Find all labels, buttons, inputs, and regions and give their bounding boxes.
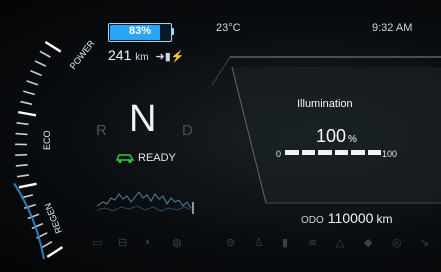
illumination-segment — [334, 150, 348, 155]
illumination-title: Illumination — [297, 98, 353, 110]
brake-icon: ⊜ — [226, 237, 236, 249]
tow-icon: ≋ — [308, 237, 318, 249]
clock: 9:32 AM — [372, 22, 413, 34]
illumination-segment — [318, 150, 332, 155]
illumination-segment — [367, 150, 381, 155]
gauge-tick — [27, 213, 40, 220]
ready-car-icon — [115, 154, 135, 164]
gauge-tick — [34, 60, 47, 67]
gauge-label-power: POWER — [68, 38, 97, 71]
illumination-unit: % — [348, 134, 357, 145]
range-unit: km — [135, 52, 149, 63]
battery-tip — [171, 28, 174, 35]
gauge-tick — [16, 122, 29, 126]
range-readout: 241 km ➜▮⚡ — [108, 47, 184, 63]
gauge-tick — [16, 174, 30, 178]
odometer-unit: km — [376, 212, 393, 226]
battery-percent: 83% — [128, 25, 152, 37]
gauge-tick — [18, 182, 37, 189]
instrument-cluster: POWER ECO REGEN 83% 241 km ➜▮⚡ 23°C 9:32… — [0, 0, 441, 272]
range-value: 241 — [108, 47, 132, 63]
ready-status: READY — [138, 152, 176, 164]
gear-current: N — [129, 98, 157, 140]
illumination-number: 100 — [316, 126, 347, 146]
illumination-slider[interactable] — [285, 150, 381, 155]
fuel-door-icon: ▮ — [282, 237, 289, 249]
gear-drive: D — [182, 122, 193, 139]
odometer: ODO 110000 km — [301, 210, 392, 226]
illumination-segment — [301, 150, 315, 155]
gear-reverse: R — [96, 122, 107, 139]
lane-assist-icon: ◎ — [392, 237, 402, 249]
gauge-tick — [26, 80, 39, 86]
telltale-row: ▭ ⊟ ◖ ◍ ⊜ ♙ ▮ ≋ △ ◆ ◎ ↘ — [0, 236, 441, 262]
gauge-tick — [20, 100, 33, 106]
parking-light-icon: ▭ — [92, 237, 103, 249]
energy-waveform — [97, 191, 194, 214]
power-gauge: POWER ECO REGEN — [13, 38, 97, 260]
gauge-label-regen: REGEN — [43, 202, 64, 235]
gauge-tick — [18, 110, 37, 117]
gauge-tick — [39, 50, 51, 58]
outside-temperature: 23°C — [216, 22, 241, 34]
illumination-max: 100 — [382, 149, 398, 159]
ev-charge-icon: ◆ — [364, 237, 373, 249]
gauge-tick — [15, 132, 28, 136]
warning-triangle-icon: △ — [336, 237, 345, 249]
illumination-segment — [351, 150, 365, 155]
gauge-label-eco: ECO — [42, 130, 52, 150]
low-beam-icon: ◖ — [144, 236, 151, 248]
illumination-segment — [285, 150, 299, 155]
gauge-tick — [15, 164, 28, 167]
tire-pressure-icon: ◍ — [172, 237, 182, 249]
illumination-value: 100% — [316, 126, 357, 147]
battery-warning-icon: ⊟ — [118, 237, 128, 249]
seatbelt-icon: ♙ — [254, 237, 264, 249]
illumination-min: 0 — [276, 149, 282, 159]
gauge-tick — [30, 70, 42, 77]
traction-icon: ↘ — [420, 237, 430, 249]
charging-range-icon: ➜▮⚡ — [155, 51, 185, 63]
gauge-tick — [23, 90, 35, 96]
odometer-label: ODO — [301, 215, 324, 226]
odometer-value: 110000 — [327, 210, 374, 226]
battery-indicator: 83% — [108, 23, 172, 42]
gauge-tick — [44, 40, 62, 53]
